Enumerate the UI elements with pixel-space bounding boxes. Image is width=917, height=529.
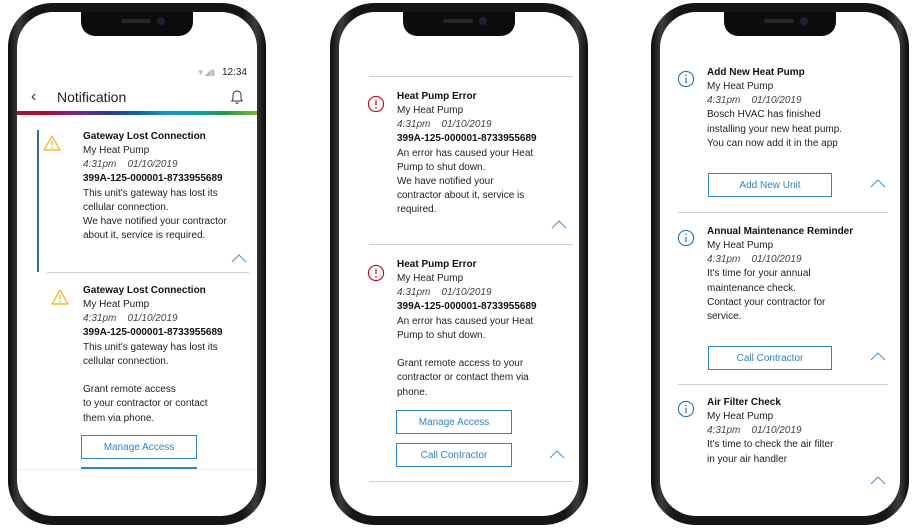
- device-name: My Heat Pump: [83, 299, 150, 310]
- message-line: [397, 343, 579, 357]
- manage-access-button[interactable]: Manage Access: [396, 410, 512, 434]
- message-line: Grant remote access: [83, 384, 176, 396]
- message-line: required.: [397, 204, 437, 216]
- message-line: You can now add it in the app: [707, 137, 838, 149]
- bottom-bar-divider: [17, 469, 257, 470]
- info-icon: [677, 400, 695, 418]
- timestamp: 4:31pm 01/10/2019: [83, 313, 178, 325]
- message-line: Bosch HVAC has finished: [707, 109, 821, 121]
- message-line: in your air handler: [707, 453, 788, 465]
- message-line: them via phone.: [83, 412, 155, 424]
- divider: [678, 384, 888, 385]
- unit-code: 399A-125-000001-8733955689: [397, 133, 537, 145]
- timestamp: 4:31pm 01/10/2019: [397, 119, 492, 131]
- notification-title: Add New Heat Pump: [707, 67, 805, 78]
- message-line: We have notified your: [397, 176, 494, 188]
- brand-stripe: [17, 111, 257, 115]
- message-line: cellular connection.: [83, 201, 169, 213]
- phone-screen-1: ▼◢▮ 12:34 ‹ Notification Gateway Lost Co…: [17, 12, 257, 516]
- notification-title: Heat Pump Error: [397, 259, 477, 270]
- device-name: My Heat Pump: [397, 273, 464, 284]
- status-bar: ▼◢▮ 12:34: [17, 67, 257, 83]
- phone-screen-2: Heat Pump Error My Heat Pump 4:31pm 01/1…: [339, 12, 579, 516]
- phone-frame-3: Add New Heat Pump My Heat Pump 4:31pm 01…: [651, 3, 909, 525]
- back-button[interactable]: ‹: [31, 88, 53, 106]
- signal-icons: ▼◢▮: [196, 68, 216, 77]
- message-line: about it, service is required.: [83, 230, 206, 242]
- notch: [81, 12, 193, 36]
- timestamp: 4:31pm 01/10/2019: [707, 254, 802, 266]
- message-line: An error has caused your Heat: [397, 315, 534, 327]
- chevron-up-icon[interactable]: [549, 449, 565, 459]
- message-line: installing your new heat pump.: [707, 123, 843, 135]
- chevron-up-icon[interactable]: [231, 253, 247, 263]
- divider: [369, 244, 573, 245]
- chevron-up-icon[interactable]: [870, 475, 886, 485]
- error-icon: [367, 95, 385, 113]
- notification-title: Gateway Lost Connection: [83, 285, 206, 296]
- phone-frame-1: ▼◢▮ 12:34 ‹ Notification Gateway Lost Co…: [8, 3, 266, 525]
- message-line: contractor about it, service is: [397, 190, 525, 202]
- message-line: Pump to shut down.: [397, 329, 486, 341]
- message-line: It's time to check the air filter: [707, 439, 834, 451]
- message-line: An error has caused your Heat: [397, 147, 534, 159]
- divider: [369, 76, 573, 77]
- device-name: My Heat Pump: [707, 81, 774, 92]
- message-line: maintenance check.: [707, 282, 796, 294]
- divider: [678, 212, 888, 213]
- page-title: Notification: [57, 89, 127, 105]
- message-line: This unit's gateway has lost its: [83, 187, 218, 199]
- message-line: service.: [707, 311, 742, 323]
- notification-title: Heat Pump Error: [397, 91, 477, 102]
- call-contractor-button[interactable]: Call Contractor: [396, 443, 512, 467]
- warning-icon: [43, 135, 61, 151]
- divider: [369, 481, 573, 482]
- notification-title: Gateway Lost Connection: [83, 131, 206, 142]
- chevron-up-icon[interactable]: [870, 351, 886, 361]
- message-line: We have notified your contractor: [83, 216, 227, 228]
- unit-code: 399A-125-000001-8733955689: [83, 327, 223, 339]
- notification-title: Annual Maintenance Reminder: [707, 226, 854, 237]
- message-line: Grant remote access to your: [397, 358, 524, 370]
- notification-title: Air Filter Check: [707, 397, 781, 408]
- selected-indicator: [37, 130, 39, 272]
- error-icon: [367, 264, 385, 282]
- message-line: to your contractor or contact: [83, 398, 208, 410]
- info-icon: [677, 229, 695, 247]
- message-line: phone.: [397, 386, 428, 398]
- chevron-up-icon[interactable]: [870, 178, 886, 188]
- phone-screen-3: Add New Heat Pump My Heat Pump 4:31pm 01…: [660, 12, 900, 516]
- device-name: My Heat Pump: [397, 105, 464, 116]
- status-time: 12:34: [221, 67, 247, 78]
- message-line: contractor or contact them via: [397, 372, 529, 384]
- unit-code: 399A-125-000001-8733955689: [83, 173, 223, 185]
- device-name: My Heat Pump: [83, 145, 150, 156]
- device-name: My Heat Pump: [707, 411, 774, 422]
- timestamp: 4:31pm 01/10/2019: [707, 425, 802, 437]
- divider: [47, 272, 249, 273]
- phone-frame-2: Heat Pump Error My Heat Pump 4:31pm 01/1…: [330, 3, 588, 525]
- manage-access-button[interactable]: Manage Access: [81, 435, 197, 459]
- app-header: ‹ Notification: [17, 83, 257, 111]
- unit-code: 399A-125-000001-8733955689: [397, 301, 537, 313]
- call-contractor-button[interactable]: Call Contractor: [708, 346, 832, 370]
- add-new-unit-button[interactable]: Add New Unit: [708, 173, 832, 197]
- timestamp: 4:31pm 01/10/2019: [83, 159, 178, 171]
- device-name: My Heat Pump: [707, 240, 774, 251]
- message-line: [83, 369, 257, 383]
- timestamp: 4:31pm 01/10/2019: [707, 95, 802, 107]
- chevron-up-icon[interactable]: [551, 219, 567, 229]
- warning-icon: [51, 289, 69, 305]
- message-line: cellular connection.: [83, 355, 169, 367]
- notch: [403, 12, 515, 36]
- info-icon: [677, 70, 695, 88]
- message-line: This unit's gateway has lost its: [83, 341, 218, 353]
- notch: [724, 12, 836, 36]
- message-line: It's time for your annual: [707, 268, 811, 280]
- message-line: Contact your contractor for: [707, 296, 826, 308]
- bell-icon[interactable]: [229, 89, 245, 105]
- message-line: Pump to shut down.: [397, 161, 486, 173]
- timestamp: 4:31pm 01/10/2019: [397, 287, 492, 299]
